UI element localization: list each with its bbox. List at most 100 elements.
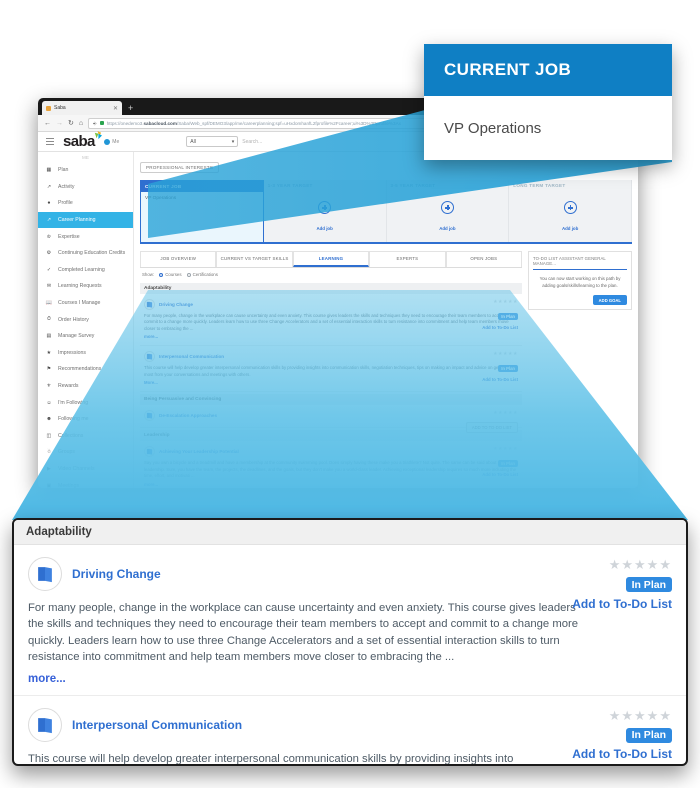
tab-learning[interactable]: LEARNING xyxy=(292,251,370,267)
hamburger-icon[interactable] xyxy=(46,137,54,146)
course-more-link[interactable]: more... xyxy=(144,482,518,487)
add-to-todo-button[interactable]: ADD TO TO-DO LIST xyxy=(465,422,518,434)
course-row[interactable]: Achieving Your Leadership Potential ★★★★… xyxy=(140,441,522,488)
course-description: This course will help develop greater in… xyxy=(144,365,514,377)
home-icon[interactable]: ⌂ xyxy=(79,120,83,127)
add-to-todo-link[interactable]: Add to To-Do List xyxy=(482,472,518,477)
sidebar-item-learning-requests[interactable]: ✉ Learning Requests xyxy=(38,278,133,295)
course-title[interactable]: Achieving Your Leadership Potential xyxy=(159,449,239,454)
sidebar-item-manage-survey[interactable]: ▤ Manage Survey xyxy=(38,328,133,345)
course-row[interactable]: De-Escalation Approaches ★★★★★ ADD TO TO… xyxy=(140,405,522,434)
add-to-todo-link[interactable]: Add to To-Do List xyxy=(482,325,518,330)
activity-icon: ↗ xyxy=(46,183,52,190)
sidebar-item-following-me[interactable]: ☻ Following me xyxy=(38,411,133,428)
sidebar-item-label: Groups xyxy=(58,449,76,456)
job-card-long-term-target[interactable]: LONG TERM TARGET Add job xyxy=(509,180,632,242)
callout-header: CURRENT JOB xyxy=(424,44,672,96)
sidebar-item-rewards[interactable]: ⚜ Rewards xyxy=(38,378,133,395)
detail-course-row[interactable]: Driving Change ★★★★★ In Plan Add to To-D… xyxy=(14,545,686,695)
logo-text: saba xyxy=(63,132,95,150)
course-row[interactable]: Interpersonal Communication ★★★★★ In Pla… xyxy=(140,346,522,393)
search-input[interactable]: Search... xyxy=(242,139,262,145)
rating-stars[interactable]: ★★★★★ xyxy=(572,557,672,573)
course-title[interactable]: De-Escalation Approaches xyxy=(159,413,217,418)
rating-stars[interactable]: ★★★★★ xyxy=(572,708,672,724)
sidebar-item-order-history[interactable]: ⏱ Order History xyxy=(38,311,133,328)
sidebar-item-recommendations[interactable]: ⚑ Recommendations xyxy=(38,361,133,378)
course-more-link[interactable]: more... xyxy=(144,334,518,339)
add-to-todo-link[interactable]: Add to To-Do List xyxy=(482,377,518,382)
sidebar-item-meetings[interactable]: ▣ Meetings xyxy=(38,477,133,488)
sidebar-item-impressions[interactable]: ★ Impressions xyxy=(38,345,133,362)
professional-interests-button[interactable]: PROFESSIONAL INTERESTS xyxy=(140,162,220,173)
forward-arrow-icon[interactable]: → xyxy=(56,120,63,127)
add-job-button[interactable]: Add job xyxy=(509,201,631,235)
rating-stars[interactable]: ★★★★★ xyxy=(466,410,518,416)
job-card-current[interactable]: CURRENT JOB VP Operations xyxy=(140,180,264,242)
rating-stars[interactable]: ★★★★★ xyxy=(482,299,518,305)
radio-courses[interactable]: Courses xyxy=(159,272,182,277)
show-filter-row: Show: Courses Certifications xyxy=(140,268,522,281)
course-row[interactable]: Driving Change ★★★★★ In Plan Add to To-D… xyxy=(140,294,522,347)
course-title[interactable]: Driving Change xyxy=(159,302,193,307)
saba-logo[interactable]: saba xyxy=(63,130,102,150)
sidebar-item-activity[interactable]: ↗ Activity xyxy=(38,179,133,196)
course-actions: ★★★★★ In Plan Add to To-Do List xyxy=(482,351,518,382)
sidebar-item-continuing-education-credits[interactable]: ⚙ Continuing Education Credits xyxy=(38,245,133,262)
sidebar-item-collections[interactable]: ◫ Collections xyxy=(38,428,133,445)
course-more-link[interactable]: More... xyxy=(144,380,518,385)
sidebar-item-completed-learning[interactable]: ✓ Completed Learning xyxy=(38,262,133,279)
rating-stars[interactable]: ★★★★★ xyxy=(482,446,518,452)
sidebar-item-video-channels[interactable]: ▶ Video Channels xyxy=(38,461,133,478)
nav-me-label: Me xyxy=(112,138,120,145)
todo-assistant-panel: TO-DO LIST ASSISTANT GENERAL MANAGE... Y… xyxy=(528,251,632,311)
add-job-button[interactable]: Add job xyxy=(387,201,509,235)
job-card-1-3-year-target[interactable]: 1-3 YEAR TARGET Add job xyxy=(263,180,387,242)
sidebar-item-plan[interactable]: ▦ Plan xyxy=(38,162,133,179)
course-actions: ★★★★★ In Plan Add to To-Do List xyxy=(482,299,518,330)
sidebar-item-label: I'm Following xyxy=(58,399,89,406)
detail-course-more-link[interactable]: more... xyxy=(28,673,672,685)
nav-me[interactable]: Me xyxy=(103,138,120,145)
sidebar-item-im-following[interactable]: ☺ I'm Following xyxy=(38,394,133,411)
detail-course-title[interactable]: Interpersonal Communication xyxy=(72,718,242,732)
detail-course-title[interactable]: Driving Change xyxy=(72,567,161,581)
back-arrow-icon[interactable]: ← xyxy=(44,120,51,127)
sidebar-item-label: Activity xyxy=(58,183,75,190)
sidebar-item-label: Collections xyxy=(58,432,84,439)
chevron-down-icon: ▾ xyxy=(231,138,235,145)
scope-select[interactable]: All ▾ xyxy=(186,136,239,147)
sidebar-item-groups[interactable]: ☃ Groups xyxy=(38,444,133,461)
add-to-todo-link[interactable]: Add to To-Do List xyxy=(572,597,672,611)
detail-course-row[interactable]: Interpersonal Communication ★★★★★ In Pla… xyxy=(14,696,686,764)
close-icon[interactable]: ✕ xyxy=(113,105,118,112)
reload-icon[interactable]: ↻ xyxy=(68,119,74,127)
add-job-button[interactable]: Add job xyxy=(264,201,386,235)
tab-job-overview[interactable]: JOB OVERVIEW xyxy=(140,251,217,267)
course-title[interactable]: Interpersonal Communication xyxy=(159,354,224,359)
job-card-header: LONG TERM TARGET xyxy=(513,183,566,188)
sidebar-item-profile[interactable]: ● Profile xyxy=(38,195,133,212)
browser-tab[interactable]: Saba ✕ xyxy=(42,101,122,115)
lower-area: JOB OVERVIEW CURRENT VS TARGET SKILLS LE… xyxy=(140,251,632,488)
radio-certifications[interactable]: Certifications xyxy=(186,272,218,277)
add-to-todo-link[interactable]: Add to To-Do List xyxy=(572,747,672,761)
request-icon: ✉ xyxy=(46,283,52,290)
rating-stars[interactable]: ★★★★★ xyxy=(482,351,518,357)
course-description: For many people, change in the workplace… xyxy=(144,313,514,331)
detail-course-actions: ★★★★★ In Plan Add to To-Do List xyxy=(572,708,672,761)
sidebar-item-courses-i-manage[interactable]: 📖 Courses I Manage xyxy=(38,295,133,312)
followers-icon: ☻ xyxy=(46,416,52,423)
tab-experts[interactable]: EXPERTS xyxy=(369,251,446,267)
add-goal-button[interactable]: ADD GOAL xyxy=(592,295,627,306)
sidebar-item-expertise[interactable]: ♔ Expertise xyxy=(38,228,133,245)
tab-open-jobs[interactable]: OPEN JOBS xyxy=(445,251,523,267)
radio-courses-label: Courses xyxy=(165,272,182,277)
tab-current-vs-target-skills[interactable]: CURRENT VS TARGET SKILLS xyxy=(216,251,293,267)
sidebar-item-career-planning[interactable]: ↗ Career Planning xyxy=(38,211,133,229)
job-card-3-5-year-target[interactable]: 3-5 YEAR TARGET Add job xyxy=(386,180,510,242)
new-tab-plus-icon[interactable]: + xyxy=(128,104,133,115)
radio-certifications-label: Certifications xyxy=(192,272,218,277)
book-icon xyxy=(144,299,155,310)
book-icon xyxy=(144,410,155,422)
